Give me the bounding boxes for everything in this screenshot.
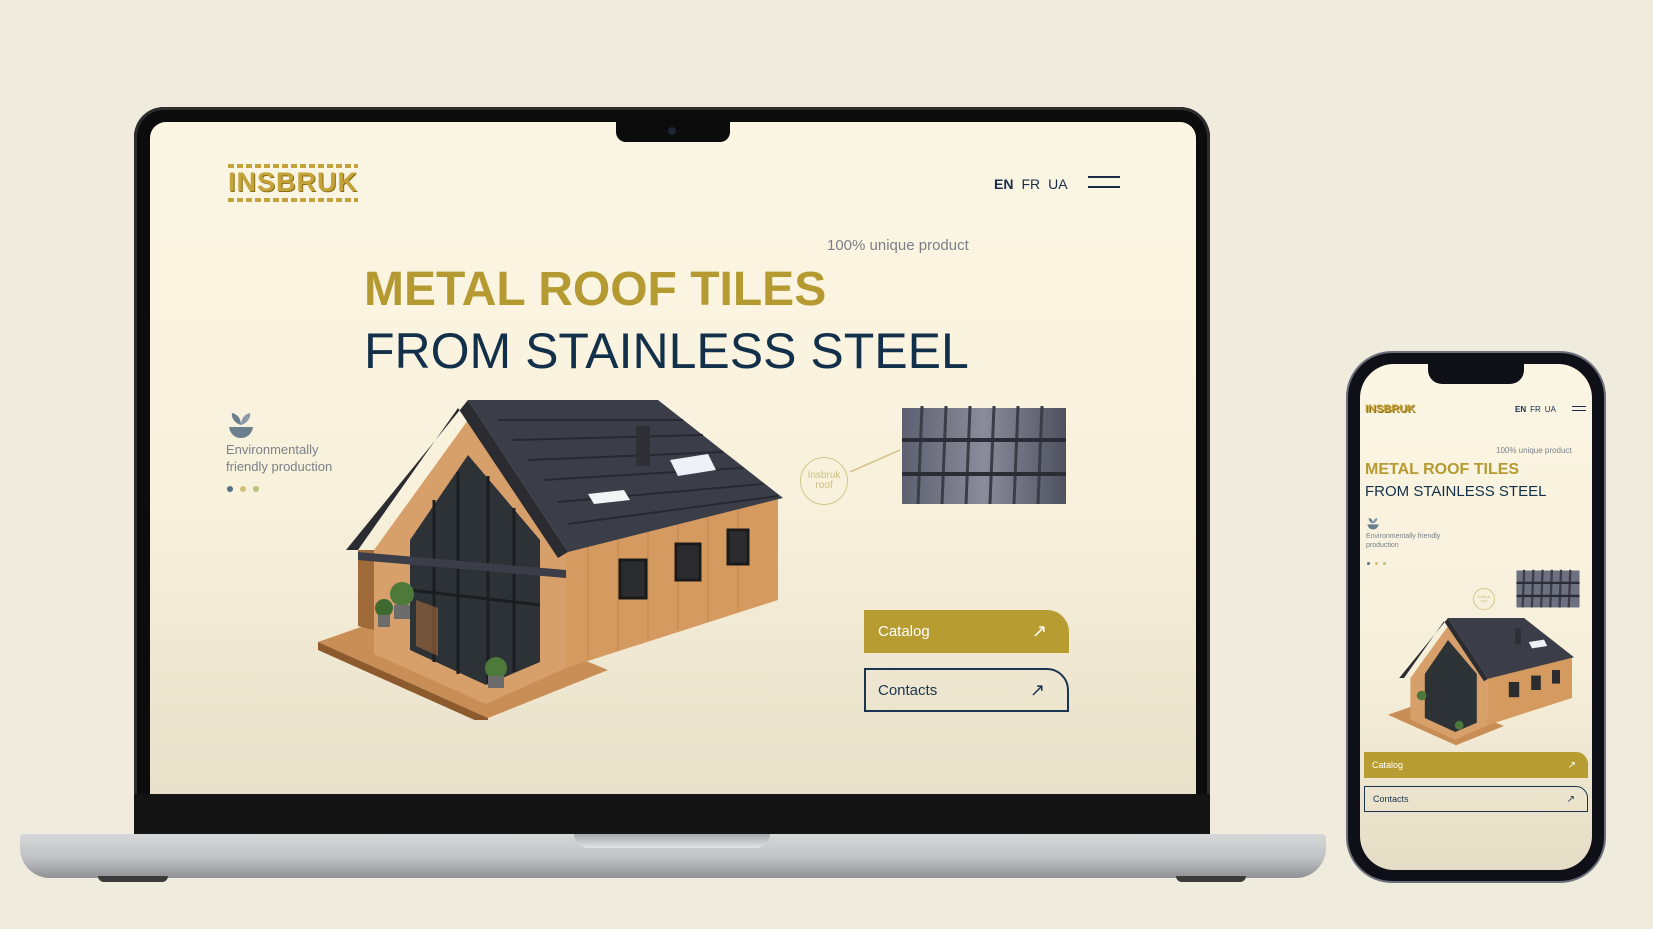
headline-line1: METAL ROOF TILES bbox=[364, 263, 827, 316]
menu-icon[interactable] bbox=[1088, 176, 1120, 188]
slider-dot-1[interactable] bbox=[1367, 562, 1370, 565]
house-illustration bbox=[1388, 618, 1574, 746]
roof-tile-sample bbox=[1516, 569, 1580, 608]
contacts-button[interactable]: Contacts ↗ bbox=[864, 668, 1069, 712]
headline-line2: FROM STAINLESS STEEL bbox=[364, 323, 969, 379]
logo-text: INSBRUK bbox=[228, 167, 359, 197]
language-switcher: EN FR UA bbox=[1515, 405, 1564, 414]
eco-text-line2: production bbox=[1366, 542, 1399, 550]
menu-icon[interactable] bbox=[1572, 406, 1586, 411]
badge-connector-line bbox=[850, 449, 901, 473]
contacts-button-label: Contacts bbox=[1373, 794, 1409, 804]
house-illustration bbox=[318, 400, 783, 720]
insbruk-roof-badge: Insbruk roof bbox=[1473, 588, 1495, 610]
tagline: 100% unique product bbox=[827, 237, 969, 254]
roof-tile-sample bbox=[902, 405, 1066, 505]
phone-notch bbox=[1428, 364, 1524, 384]
catalog-button[interactable]: Catalog ↗ bbox=[1364, 752, 1588, 778]
slider-dot-3[interactable] bbox=[1383, 562, 1386, 565]
desktop-site: INSBRUK EN FR UA 100% unique product MET… bbox=[150, 122, 1196, 794]
tagline: 100% unique product bbox=[1496, 446, 1572, 455]
lang-fr[interactable]: FR bbox=[1530, 405, 1541, 414]
eco-text-line2: friendly production bbox=[226, 458, 333, 474]
badge-line2: roof bbox=[815, 480, 833, 491]
logo-wave-bottom bbox=[228, 198, 359, 202]
arrow-up-right-icon: ↗ bbox=[1567, 759, 1576, 771]
arrow-up-right-icon: ↗ bbox=[1029, 679, 1045, 700]
lang-ua[interactable]: UA bbox=[1048, 176, 1067, 192]
logo-wave-top bbox=[228, 164, 359, 168]
slider-dot-2[interactable] bbox=[240, 486, 246, 492]
insbruk-roof-badge: Insbruk roof bbox=[800, 457, 848, 505]
contacts-button[interactable]: Contacts ↗ bbox=[1364, 786, 1588, 812]
arrow-up-right-icon: ↗ bbox=[1031, 621, 1047, 641]
slider-dot-3[interactable] bbox=[253, 486, 259, 492]
lang-fr[interactable]: FR bbox=[1021, 176, 1040, 192]
slider-dots bbox=[227, 486, 266, 492]
headline-line1: METAL ROOF TILES bbox=[1365, 461, 1520, 478]
headline-line2: FROM STAINLESS STEEL bbox=[1365, 483, 1547, 500]
laptop-chin bbox=[134, 794, 1210, 834]
arrow-up-right-icon: ↗ bbox=[1566, 793, 1575, 805]
laptop-foot-left bbox=[98, 876, 168, 882]
contacts-button-label: Contacts bbox=[878, 681, 938, 699]
mobile-site: INSBRUK EN FR UA 100% unique product MET… bbox=[1360, 364, 1592, 870]
logo-text: INSBRUK bbox=[1365, 403, 1416, 415]
eco-text: Environmentally friendly production bbox=[226, 442, 332, 476]
slider-dots bbox=[1367, 562, 1393, 565]
catalog-button[interactable]: Catalog ↗ bbox=[864, 610, 1069, 653]
eco-text: Environmentally friendly production bbox=[1366, 532, 1440, 550]
slider-dot-2[interactable] bbox=[1375, 562, 1378, 565]
eco-text-line1: Environmentally bbox=[226, 442, 319, 457]
leaf-icon bbox=[229, 413, 253, 438]
logo[interactable]: INSBRUK bbox=[1365, 403, 1415, 415]
language-switcher: EN FR UA bbox=[994, 176, 1076, 192]
badge-line1: Insbruk bbox=[807, 469, 841, 481]
catalog-button-label: Catalog bbox=[878, 623, 930, 640]
camera-icon bbox=[668, 127, 676, 135]
laptop-foot-right bbox=[1176, 876, 1246, 882]
laptop-notch bbox=[616, 122, 730, 142]
eco-text-line1: Environmentally friendly bbox=[1366, 533, 1441, 540]
badge-line2: roof bbox=[1480, 598, 1488, 603]
leaf-icon bbox=[1367, 517, 1379, 530]
logo[interactable]: INSBRUK bbox=[228, 164, 359, 202]
lang-en[interactable]: EN bbox=[1515, 405, 1526, 414]
lang-ua[interactable]: UA bbox=[1545, 405, 1556, 414]
catalog-button-label: Catalog bbox=[1372, 760, 1404, 770]
laptop-opening-notch bbox=[574, 834, 770, 848]
lang-en[interactable]: EN bbox=[994, 176, 1013, 192]
slider-dot-1[interactable] bbox=[227, 486, 233, 492]
